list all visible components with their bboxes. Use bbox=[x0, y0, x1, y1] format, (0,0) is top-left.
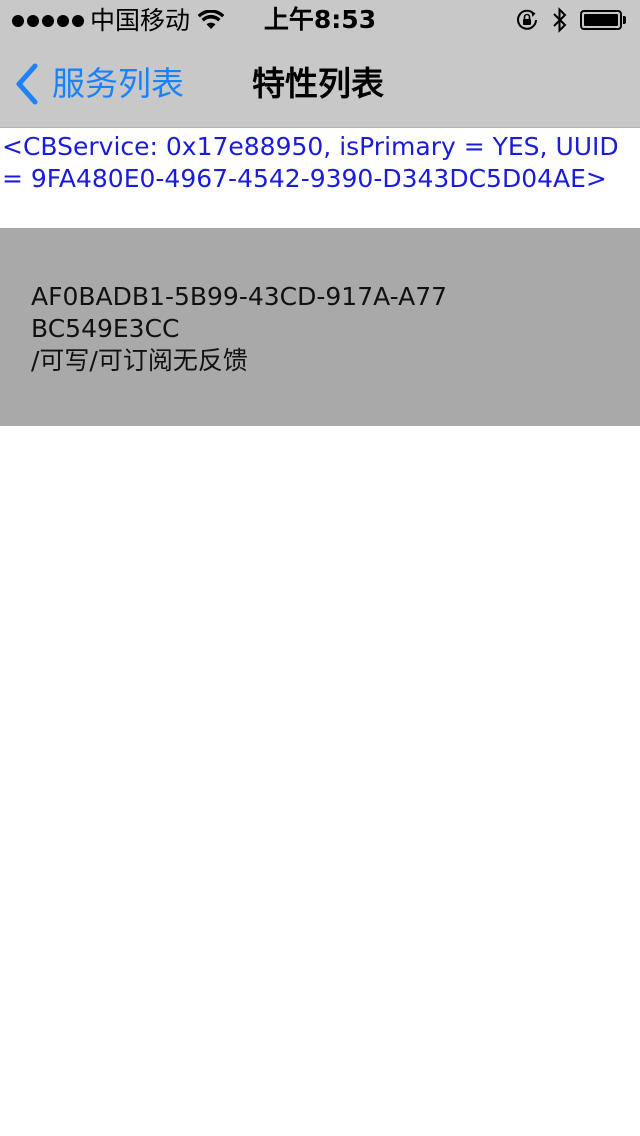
battery-icon bbox=[580, 10, 628, 30]
page-title: 特性列表 bbox=[252, 64, 384, 103]
status-bar: 中国移动 上午8:53 bbox=[0, 0, 640, 40]
status-time: 上午8:53 bbox=[263, 5, 377, 34]
characteristic-row[interactable]: AF0BADB1-5B99-43CD-917A-A77BC549E3CC /可写… bbox=[0, 228, 640, 426]
characteristic-uuid: AF0BADB1-5B99-43CD-917A-A77BC549E3CC bbox=[31, 282, 448, 343]
battery-tip bbox=[623, 16, 626, 24]
service-description: <CBService: 0x17e88950, isPrimary = YES,… bbox=[0, 128, 640, 228]
rotation-lock-icon bbox=[517, 9, 537, 30]
screen: 中国移动 上午8:53 服务列表 特性列表 <CBService: 0x17e8… bbox=[0, 0, 640, 1136]
back-button[interactable]: 服务列表 bbox=[14, 40, 184, 128]
back-button-label: 服务列表 bbox=[52, 64, 184, 103]
battery-body bbox=[580, 10, 622, 30]
navigation-bar: 服务列表 特性列表 bbox=[0, 40, 640, 128]
chevron-left-icon bbox=[16, 63, 38, 105]
bluetooth-icon bbox=[553, 7, 567, 33]
characteristic-properties: /可写/可订阅无反馈 bbox=[31, 346, 248, 375]
top-bar: 中国移动 上午8:53 服务列表 特性列表 bbox=[0, 0, 640, 128]
battery-level-fill bbox=[584, 14, 618, 26]
